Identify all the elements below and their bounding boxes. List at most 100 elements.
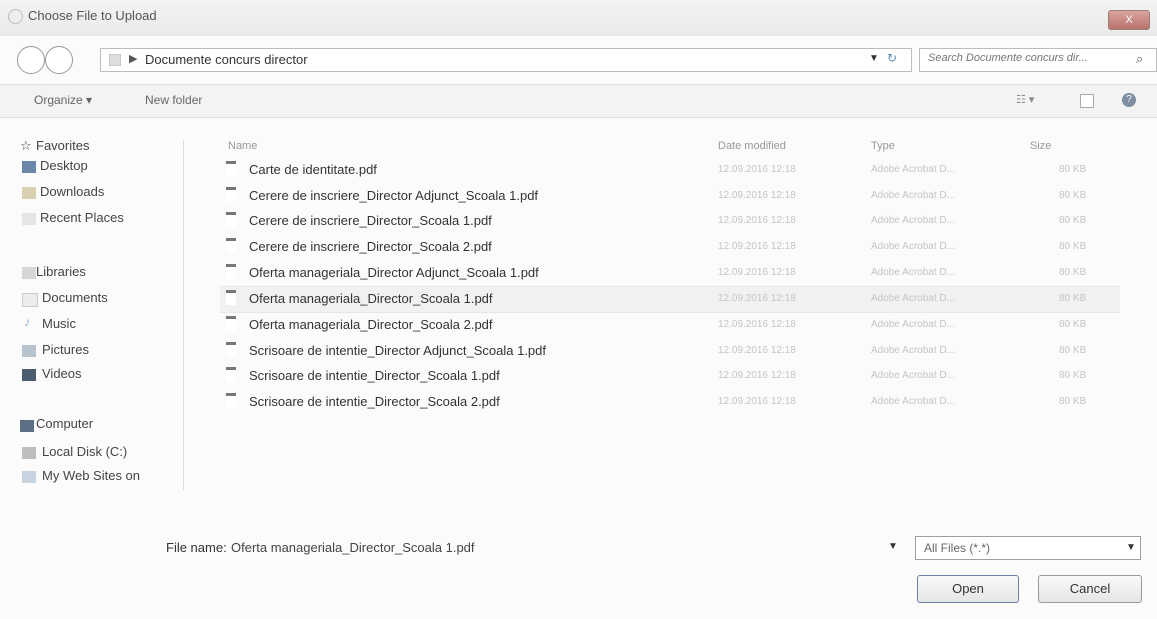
file-size: 80 KB — [1059, 293, 1087, 304]
file-row[interactable]: Scrisoare de intentie_Director_Scoala 1.… — [220, 364, 1120, 389]
pictures-icon — [22, 345, 36, 357]
preview-pane-icon[interactable] — [1080, 94, 1094, 108]
forward-button[interactable] — [45, 46, 73, 74]
help-icon[interactable]: ? — [1122, 93, 1136, 107]
file-date: 12.09.2016 12:18 — [718, 241, 796, 252]
file-name: Oferta manageriala_Director_Scoala 2.pdf — [249, 317, 493, 332]
sidebar-item-pictures[interactable]: Pictures — [42, 342, 89, 357]
file-size: 80 KB — [1059, 319, 1087, 330]
search-input[interactable] — [928, 52, 1128, 64]
library-icon — [22, 267, 36, 279]
file-name: Scrisoare de intentie_Director_Scoala 1.… — [249, 368, 500, 383]
file-date: 12.09.2016 12:18 — [718, 370, 796, 381]
file-name: Oferta manageriala_Director Adjunct_Scoa… — [249, 265, 539, 280]
file-date: 12.09.2016 12:18 — [718, 190, 796, 201]
pdf-file-icon — [226, 187, 236, 202]
file-row[interactable]: Oferta manageriala_Director Adjunct_Scoa… — [220, 261, 1120, 286]
open-button[interactable]: Open — [917, 575, 1019, 603]
file-name: Cerere de inscriere_Director_Scoala 1.pd… — [249, 213, 492, 228]
breadcrumb-path[interactable]: Documente concurs director — [145, 52, 308, 67]
folder-icon — [109, 54, 121, 66]
disk-icon — [22, 447, 36, 459]
file-type: Adobe Acrobat D... — [871, 190, 955, 201]
chevron-down-icon[interactable]: ▼ — [888, 541, 898, 552]
file-row[interactable]: Oferta manageriala_Director_Scoala 2.pdf… — [220, 313, 1120, 338]
documents-icon — [22, 293, 38, 307]
computer-icon — [20, 420, 34, 432]
file-type: Adobe Acrobat D... — [871, 215, 955, 226]
file-row[interactable]: Cerere de inscriere_Director_Scoala 2.pd… — [220, 235, 1120, 260]
pdf-file-icon — [226, 212, 236, 227]
column-header-date[interactable]: Date modified — [718, 140, 786, 152]
sidebar-item-documents[interactable]: Documents — [42, 290, 108, 305]
file-type-value: All Files (*.*) — [924, 541, 991, 555]
pdf-file-icon — [226, 238, 236, 253]
sidebar-item-music[interactable]: Music — [42, 316, 76, 331]
file-name: Oferta manageriala_Director_Scoala 1.pdf — [249, 291, 493, 306]
web-sites-icon — [22, 471, 36, 483]
sidebar-favorites[interactable]: Favorites — [36, 138, 89, 153]
file-size: 80 KB — [1059, 241, 1087, 252]
window-title: Choose File to Upload — [28, 8, 157, 23]
sidebar-libraries[interactable]: Libraries — [36, 264, 86, 279]
pdf-file-icon — [226, 290, 236, 305]
file-type: Adobe Acrobat D... — [871, 319, 955, 330]
file-type: Adobe Acrobat D... — [871, 241, 955, 252]
file-size: 80 KB — [1059, 370, 1087, 381]
sidebar-item-desktop[interactable]: Desktop — [40, 158, 88, 173]
cancel-button[interactable]: Cancel — [1038, 575, 1142, 603]
download-icon — [22, 187, 36, 199]
file-row[interactable]: Cerere de inscriere_Director Adjunct_Sco… — [220, 184, 1120, 209]
search-box[interactable]: ⌕ — [919, 48, 1157, 72]
file-date: 12.09.2016 12:18 — [718, 345, 796, 356]
file-row[interactable]: Cerere de inscriere_Director_Scoala 1.pd… — [220, 209, 1120, 234]
file-name: Scrisoare de intentie_Director Adjunct_S… — [249, 343, 547, 358]
chevron-right-icon[interactable]: ▶ — [129, 52, 137, 65]
file-date: 12.09.2016 12:18 — [718, 267, 796, 278]
pdf-file-icon — [226, 316, 236, 331]
file-size: 80 KB — [1059, 164, 1087, 175]
chevron-down-icon[interactable]: ▼ — [869, 53, 879, 64]
sidebar-item-downloads[interactable]: Downloads — [40, 184, 104, 199]
file-row[interactable]: Scrisoare de intentie_Director_Scoala 2.… — [220, 390, 1120, 415]
file-size: 80 KB — [1059, 345, 1087, 356]
sidebar-scrollbar[interactable] — [183, 140, 198, 490]
organize-button[interactable]: Organize ▾ — [34, 93, 92, 107]
file-type-select[interactable]: All Files (*.*) ▼ — [915, 536, 1141, 560]
sidebar-item-recent-places[interactable]: Recent Places — [40, 210, 124, 225]
column-header-size[interactable]: Size — [1030, 140, 1051, 152]
file-row[interactable]: Carte de identitate.pdf 12.09.2016 12:18… — [220, 158, 1120, 183]
file-row-selected[interactable]: Oferta manageriala_Director_Scoala 1.pdf… — [220, 286, 1120, 313]
desktop-icon — [22, 161, 36, 173]
file-type: Adobe Acrobat D... — [871, 345, 955, 356]
back-button[interactable] — [17, 46, 45, 74]
sidebar-computer[interactable]: Computer — [36, 416, 93, 431]
file-name: Cerere de inscriere_Director Adjunct_Sco… — [249, 188, 539, 203]
search-icon[interactable]: ⌕ — [1136, 51, 1143, 67]
music-icon: ♪ — [24, 314, 31, 329]
chevron-down-icon[interactable]: ▼ — [1126, 542, 1136, 553]
column-header-name[interactable]: Name — [228, 140, 257, 152]
close-button[interactable]: X — [1108, 10, 1150, 30]
filename-input[interactable] — [231, 537, 881, 557]
view-options-icon[interactable]: ☷ ▾ — [1016, 93, 1034, 106]
sidebar-item-local-disk[interactable]: Local Disk (C:) — [42, 444, 127, 459]
pdf-file-icon — [226, 264, 236, 279]
toolbar: Organize ▾ New folder ☷ ▾ ? — [0, 84, 1157, 118]
file-date: 12.09.2016 12:18 — [718, 319, 796, 330]
file-size: 80 KB — [1059, 396, 1087, 407]
sidebar-item-videos[interactable]: Videos — [42, 366, 82, 381]
file-name: Scrisoare de intentie_Director_Scoala 2.… — [249, 394, 500, 409]
pdf-file-icon — [226, 342, 236, 357]
sidebar-item-my-web-sites[interactable]: My Web Sites on — [42, 468, 140, 483]
address-bar[interactable]: ▶ Documente concurs director ▼ ↻ — [100, 48, 912, 72]
column-header-type[interactable]: Type — [871, 140, 895, 152]
file-row[interactable]: Scrisoare de intentie_Director Adjunct_S… — [220, 339, 1120, 364]
file-date: 12.09.2016 12:18 — [718, 164, 796, 175]
file-type: Adobe Acrobat D... — [871, 164, 955, 175]
refresh-icon[interactable]: ↻ — [887, 51, 897, 65]
file-size: 80 KB — [1059, 190, 1087, 201]
new-folder-button[interactable]: New folder — [145, 93, 202, 107]
navigation-pane: ☆ Favorites Desktop Downloads Recent Pla… — [0, 118, 205, 518]
file-size: 80 KB — [1059, 215, 1087, 226]
